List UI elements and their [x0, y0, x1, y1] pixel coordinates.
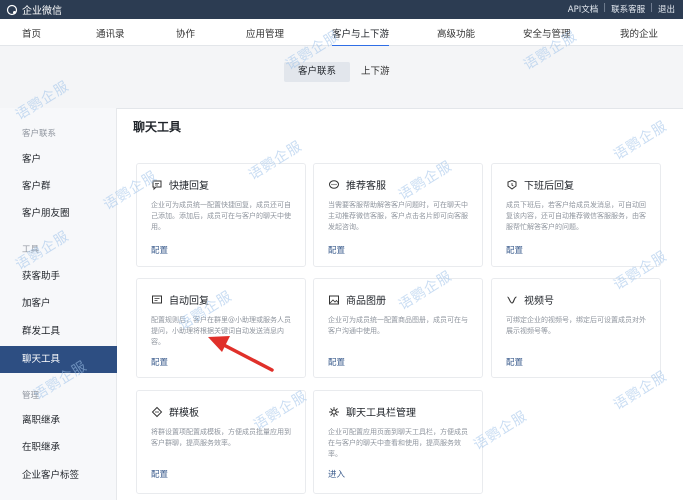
toolbar-icon [329, 406, 339, 417]
page-title: 聊天工具 [133, 120, 182, 134]
sidebar-item-mass-message[interactable]: 群发工具 [0, 318, 117, 345]
card-desc: 当需要客服帮助解答客户问题时，可在聊天中主动推荐微信客服，客户点击名片即可向客服… [328, 201, 468, 231]
card-product-album[interactable]: 商品图册 企业可为成员统一配置商品图册，成员可在与客户沟通中使用。 配置 [313, 278, 483, 378]
nav-app-management[interactable]: 应用管理 [246, 26, 284, 40]
configure-link[interactable]: 配置 [151, 356, 168, 368]
card-desc: 企业可为成员统一配置商品图册，成员可在与客户沟通中使用。 [328, 316, 468, 335]
tab-customer-contact[interactable]: 客户联系 [284, 62, 351, 82]
card-toolbar-management[interactable]: 聊天工具栏管理 企业可配置应用页面到聊天工具栏，方便成员在与客户的聊天中查看和使… [313, 390, 483, 494]
sidebar-item-chat-tools[interactable]: 聊天工具 [0, 346, 117, 373]
top-bar: 企业微信 API文档 | 联系客服 | 退出 [0, 0, 683, 19]
sidebar-item-onjob-transfer[interactable]: 在职继承 [0, 434, 117, 461]
nav-advanced[interactable]: 高级功能 [437, 26, 475, 40]
card-title: 聊天工具栏管理 [346, 408, 416, 419]
divider: | [650, 3, 653, 13]
nav-contacts[interactable]: 通讯录 [96, 26, 125, 40]
sidebar-group-management: 管理 [22, 391, 40, 401]
card-desc: 配置规则后，客户在群里@小助理或服务人员提问，小助理将根据关键词自动发送消息内容… [151, 316, 291, 346]
wecom-logo-icon [6, 4, 18, 15]
main-nav: 首页 通讯录 协作 应用管理 客户与上下游 高级功能 安全与管理 我的企业 [0, 19, 683, 47]
card-title: 快捷回复 [169, 181, 209, 192]
card-title: 视频号 [524, 296, 554, 307]
card-title: 推荐客服 [346, 181, 386, 192]
configure-link[interactable]: 配置 [328, 356, 345, 368]
sidebar-item-customers[interactable]: 客户 [0, 146, 117, 173]
api-docs-link[interactable]: API文档 [568, 3, 598, 15]
brand[interactable]: 企业微信 [6, 2, 62, 17]
card-title: 下班后回复 [524, 181, 574, 192]
nav-customers[interactable]: 客户与上下游 [332, 26, 390, 47]
chat-dots-icon [329, 179, 339, 189]
nav-my-company[interactable]: 我的企业 [620, 26, 658, 40]
card-desc: 将群设置项配置成模板，方便成员批量应用到客户群聊，提高服务效率。 [151, 428, 291, 447]
card-group-template[interactable]: 群模板 将群设置项配置成模板，方便成员批量应用到客户群聊，提高服务效率。 配置 [136, 390, 306, 494]
group-template-icon [151, 406, 163, 417]
sidebar-item-moments[interactable]: 客户朋友圈 [0, 200, 117, 227]
sidebar-item-resigned-transfer[interactable]: 离职继承 [0, 407, 117, 434]
nav-collaboration[interactable]: 协作 [176, 26, 195, 40]
chat-bubble-icon [152, 180, 162, 190]
tab-upstream-downstream[interactable]: 上下游 [347, 62, 404, 82]
sidebar-item-add-customer[interactable]: 加客户 [0, 290, 117, 317]
auto-reply-icon [152, 295, 162, 303]
configure-link[interactable]: 配置 [506, 356, 523, 368]
sidebar-group-customer-contact: 客户联系 [22, 129, 57, 139]
card-desc: 可绑定企业的视频号，绑定后可设置成员对外展示视频号等。 [506, 316, 646, 335]
clock-icon [507, 179, 517, 190]
album-icon [329, 295, 339, 304]
card-title: 自动回复 [169, 296, 209, 307]
configure-link[interactable]: 配置 [151, 244, 168, 256]
card-channels[interactable]: 视频号 可绑定企业的视频号，绑定后可设置成员对外展示视频号等。 配置 [491, 278, 661, 378]
top-links: API文档 | 联系客服 | 退出 [568, 3, 675, 15]
sidebar-group-tools: 工具 [22, 245, 40, 255]
card-desc: 企业可配置应用页面到聊天工具栏，方便成员在与客户的聊天中查看和使用，提高服务效率… [328, 428, 468, 458]
card-auto-reply[interactable]: 自动回复 配置规则后，客户在群里@小助理或服务人员提问，小助理将根据关键词自动发… [136, 278, 306, 378]
contact-support-link[interactable]: 联系客服 [611, 3, 645, 15]
sidebar-item-customer-tags[interactable]: 企业客户标签 [0, 462, 117, 489]
sidebar-item-acquisition[interactable]: 获客助手 [0, 263, 117, 290]
card-desc: 企业可为成员统一配置快捷回复，成员还可自己添加。添加后，成员可在与客户的聊天中使… [151, 201, 291, 231]
card-title: 商品图册 [346, 296, 386, 307]
nav-home[interactable]: 首页 [22, 26, 41, 40]
sidebar: 客户联系 客户 客户群 客户朋友圈 工具 获客助手 加客户 群发工具 聊天工具 … [0, 108, 117, 500]
sub-tabs: 客户联系 上下游 [0, 46, 683, 108]
card-title: 群模板 [169, 408, 199, 419]
enter-link[interactable]: 进入 [328, 468, 345, 480]
configure-link[interactable]: 配置 [151, 468, 168, 480]
configure-link[interactable]: 配置 [328, 244, 345, 256]
channels-icon [507, 295, 517, 304]
nav-security[interactable]: 安全与管理 [523, 26, 571, 40]
card-after-hours-reply[interactable]: 下班后回复 成员下班后，若客户给成员发消息，可自动回复该内容，还可自动推荐微信客… [491, 163, 661, 267]
sidebar-item-customer-groups[interactable]: 客户群 [0, 173, 117, 200]
card-desc: 成员下班后，若客户给成员发消息，可自动回复该内容，还可自动推荐微信客服服务，由客… [506, 201, 646, 231]
brand-name: 企业微信 [22, 6, 62, 17]
card-quick-reply[interactable]: 快捷回复 企业可为成员统一配置快捷回复，成员还可自己添加。添加后，成员可在与客户… [136, 163, 306, 267]
divider: | [603, 3, 607, 13]
logout-link[interactable]: 退出 [658, 3, 675, 15]
card-recommend-service[interactable]: 推荐客服 当需要客服帮助解答客户问题时，可在聊天中主动推荐微信客服，客户点击名片… [313, 163, 483, 267]
configure-link[interactable]: 配置 [506, 244, 523, 256]
